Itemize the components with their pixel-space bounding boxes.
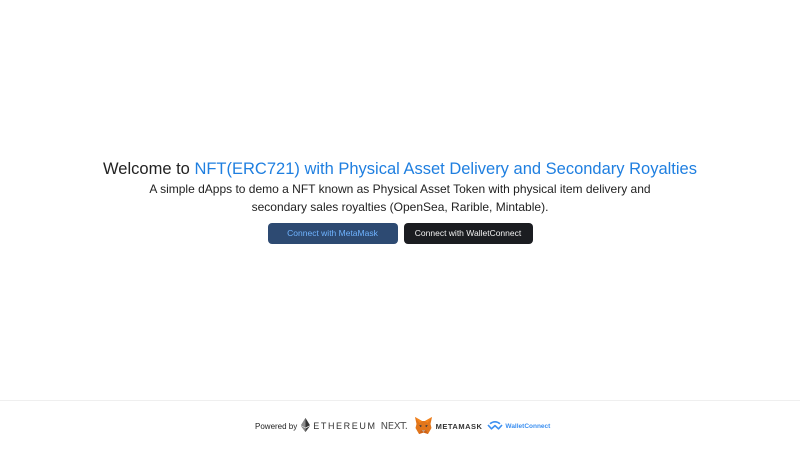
ethereum-logo-text: ETHEREUM [313, 421, 377, 431]
walletconnect-logo-text: WalletConnect [505, 422, 551, 430]
powered-by-text: Powered by [255, 421, 298, 431]
ethereum-icon [301, 418, 311, 434]
title-link[interactable]: NFT(ERC721) with Physical Asset Delivery… [194, 160, 697, 178]
connect-buttons: Connect with MetaMask Connect with Walle… [0, 223, 800, 244]
next-logo-text: NEXT. [380, 420, 408, 432]
page-title: Welcome to NFT(ERC721) with Physical Ass… [0, 158, 800, 180]
footer: Powered by ETHEREUM NEXT. METAMASK Walle… [255, 414, 550, 438]
welcome-text: Welcome to [103, 160, 195, 178]
walletconnect-icon [487, 420, 504, 432]
hero-section: Welcome to NFT(ERC721) with Physical Ass… [0, 158, 800, 244]
footer-divider [0, 400, 800, 401]
page: Welcome to NFT(ERC721) with Physical Ass… [0, 0, 800, 450]
metamask-fox-icon [414, 416, 433, 437]
connect-metamask-button[interactable]: Connect with MetaMask [267, 223, 398, 244]
metamask-logo-text: METAMASK [435, 421, 483, 431]
connect-walletconnect-button[interactable]: Connect with WalletConnect [403, 223, 533, 244]
description: A simple dApps to demo a NFT known as Ph… [149, 182, 651, 214]
